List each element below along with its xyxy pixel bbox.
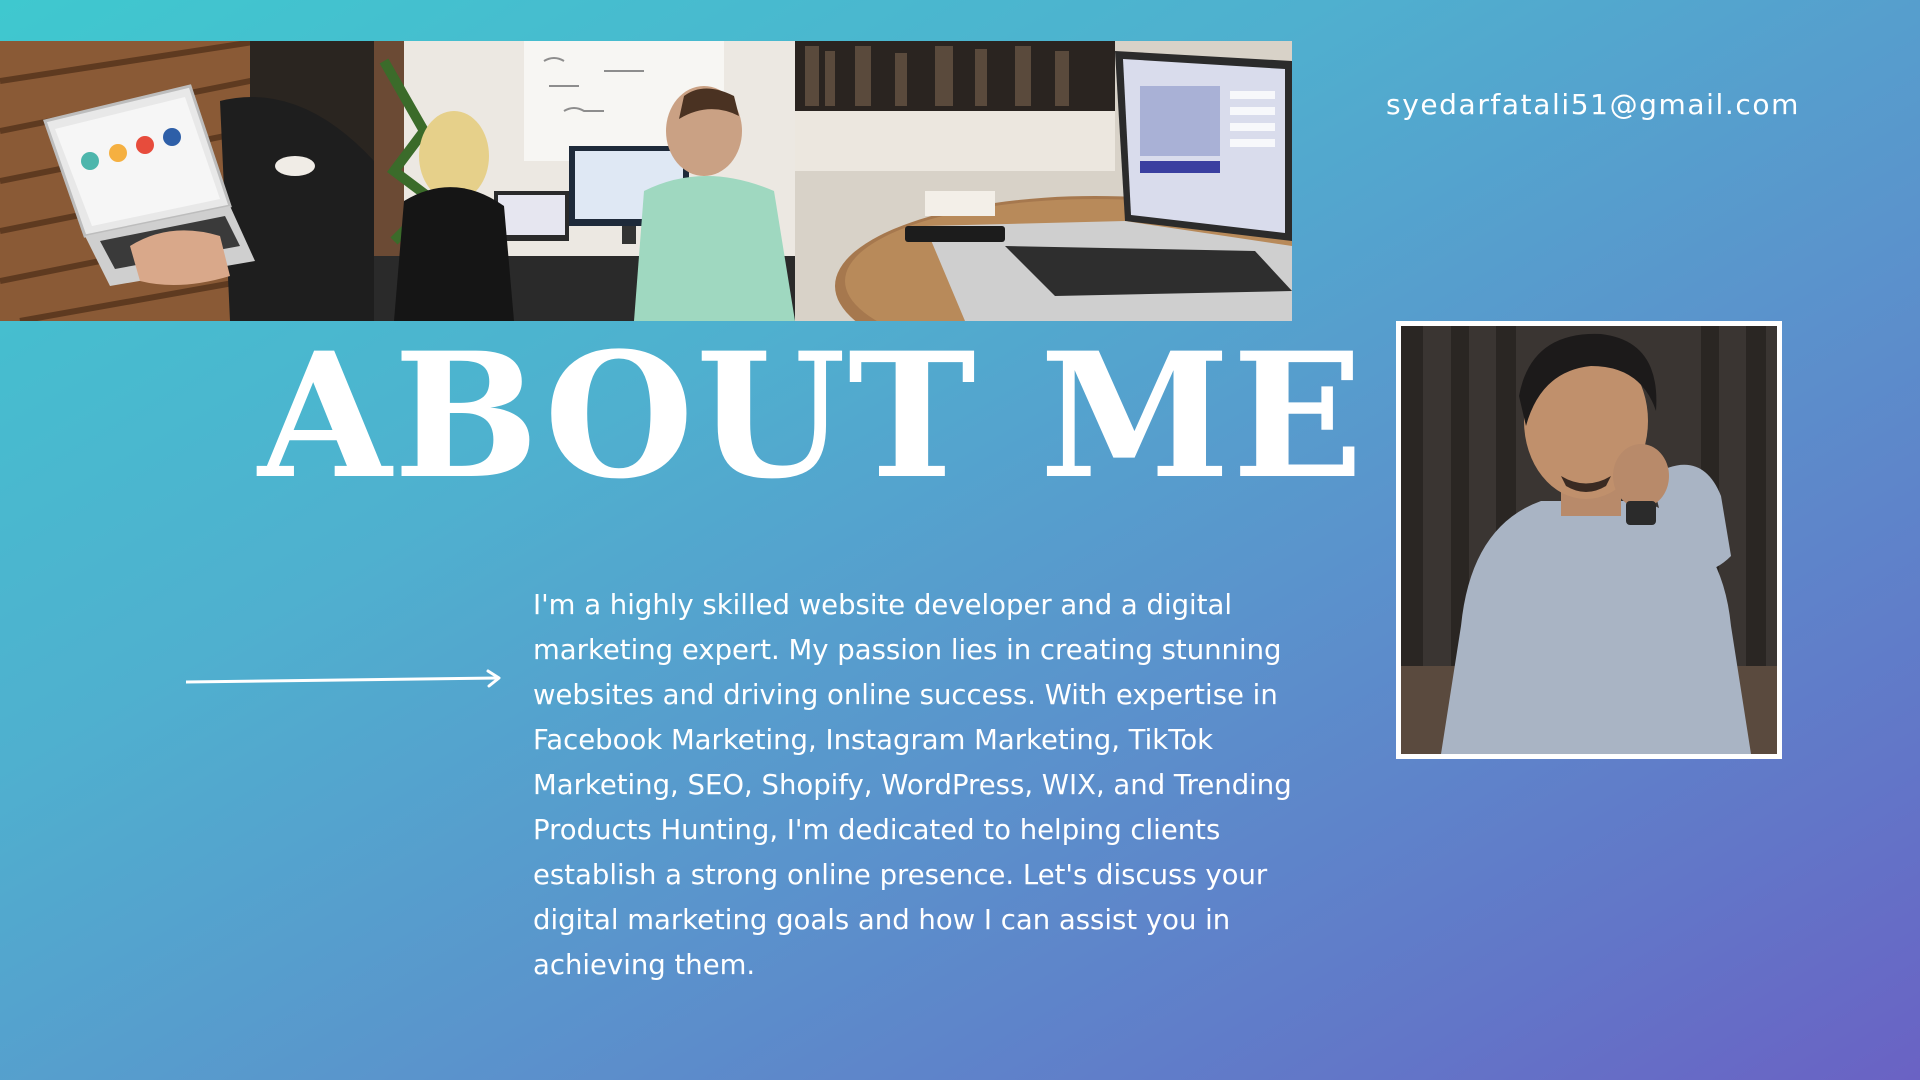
- right-arrow-icon: [186, 669, 501, 688]
- photo-strip: [0, 41, 1292, 321]
- photo-team-at-computer-monitor: [374, 41, 795, 321]
- photo-laptop-on-round-table: [795, 41, 1292, 321]
- portrait-photo: [1396, 321, 1782, 759]
- photo-laptop-on-wooden-table: [0, 41, 374, 321]
- about-me-slide: syedarfatali51@gmail.com ABOUT ME I'm a …: [0, 0, 1920, 1080]
- bio-paragraph: I'm a highly skilled website developer a…: [533, 589, 1292, 981]
- contact-email[interactable]: syedarfatali51@gmail.com: [1386, 88, 1800, 121]
- page-title: ABOUT ME: [258, 314, 1366, 517]
